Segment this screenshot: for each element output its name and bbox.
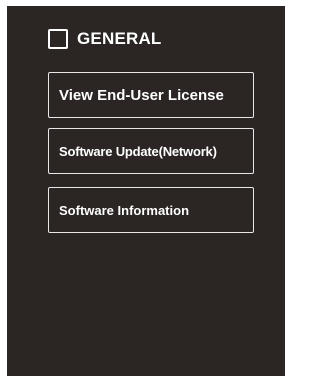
general-section-header: GENERAL	[48, 27, 162, 51]
software-information-label: Software Information	[59, 202, 190, 218]
settings-panel: GENERAL View End-User License Software U…	[7, 6, 285, 376]
software-information-button[interactable]: Software Information	[48, 187, 254, 233]
software-update-network-button[interactable]: Software Update(Network)	[48, 128, 254, 174]
general-section-title: GENERAL	[77, 29, 162, 48]
general-checkbox[interactable]	[48, 29, 68, 49]
view-end-user-license-label: View End-User License	[59, 86, 224, 104]
software-update-network-label: Software Update(Network)	[59, 143, 217, 159]
view-end-user-license-button[interactable]: View End-User License	[48, 72, 254, 118]
